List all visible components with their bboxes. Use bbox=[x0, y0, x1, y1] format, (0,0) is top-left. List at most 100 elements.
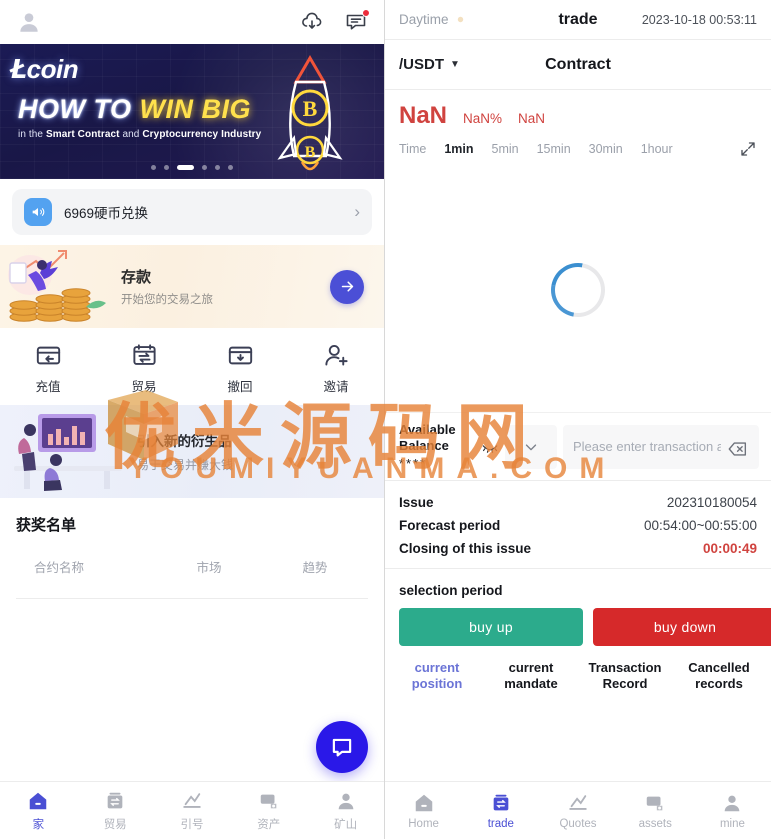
nav-label: 引号 bbox=[180, 818, 204, 831]
hero-subheadline: in the Smart Contract and Cryptocurrency… bbox=[18, 129, 262, 140]
tab-1min[interactable]: 1min bbox=[444, 142, 473, 156]
winners-table-header: 合约名称 市场 趋势 bbox=[16, 557, 368, 576]
sidebar-item-mine[interactable]: 矿山 bbox=[307, 790, 384, 832]
selection-period-label: selection period bbox=[399, 583, 503, 598]
amount-preset-select[interactable] bbox=[505, 424, 557, 469]
tab-current-mandate[interactable]: current mandate bbox=[485, 660, 577, 693]
amount-input-wrapper[interactable] bbox=[563, 424, 759, 469]
quick-actions-row: 充值 贸易 撤回 邀请 bbox=[0, 328, 384, 405]
buy-down-button[interactable]: buy down bbox=[593, 608, 771, 646]
hero-banner-carousel[interactable]: Łcoin HOW TO WIN BIG in the Smart Contra… bbox=[0, 44, 384, 179]
sidebar-item-assets[interactable]: 资产 bbox=[230, 790, 307, 832]
carousel-dot[interactable] bbox=[151, 165, 156, 170]
nav-label: assets bbox=[638, 817, 672, 830]
loading-spinner-icon bbox=[540, 252, 616, 328]
hero-brand-logo: Łcoin bbox=[10, 54, 79, 85]
left-bottom-nav: 家 贸易 引号 资产 矿山 bbox=[0, 781, 384, 839]
carousel-dot[interactable] bbox=[228, 165, 233, 170]
fullscreen-expand-icon[interactable] bbox=[739, 140, 757, 158]
chevron-right-icon[interactable]: › bbox=[354, 202, 360, 222]
carousel-dot[interactable] bbox=[215, 165, 220, 170]
hero-headline: HOW TO WIN BIG bbox=[18, 94, 251, 124]
announcement-bar[interactable]: 6969硬币兑换 › bbox=[12, 189, 372, 235]
left-topbar-icons bbox=[300, 9, 370, 34]
chart-area[interactable] bbox=[385, 168, 771, 413]
winners-title: 获奖名单 bbox=[16, 517, 77, 534]
nav-item-home[interactable]: Home bbox=[385, 792, 462, 830]
deposit-banner[interactable]: 存款 开始您的交易之旅 bbox=[0, 245, 384, 328]
nav-label: 家 bbox=[32, 818, 45, 831]
rocket-illustration-icon: B B bbox=[277, 55, 343, 171]
pair-label: /USDT bbox=[399, 56, 444, 73]
tab-5min[interactable]: 5min bbox=[492, 142, 519, 156]
home-icon bbox=[413, 792, 435, 814]
sidebar-item-trade[interactable]: 贸易 bbox=[77, 790, 154, 832]
tab-15min[interactable]: 15min bbox=[537, 142, 571, 156]
pair-selector[interactable]: /USDT ▼ bbox=[399, 56, 460, 73]
nav-item-assets[interactable]: assets bbox=[617, 792, 694, 830]
quick-action-invite[interactable]: 邀请 bbox=[288, 342, 384, 395]
tab-line-2: position bbox=[411, 676, 463, 692]
left-mobile-panel: Łcoin HOW TO WIN BIG in the Smart Contra… bbox=[0, 0, 385, 839]
info-key: Forecast period bbox=[399, 518, 501, 533]
withdraw-download-icon bbox=[227, 342, 254, 369]
nav-item-quotes[interactable]: Quotes bbox=[539, 792, 616, 830]
price-row: NaN NaN% NaN bbox=[385, 90, 771, 134]
winners-col-trend: 趋势 bbox=[302, 561, 328, 575]
eye-off-icon[interactable] bbox=[481, 438, 499, 456]
record-tabs: current position current mandate Transac… bbox=[385, 646, 771, 703]
quick-action-withdraw[interactable]: 撤回 bbox=[192, 342, 288, 395]
quick-action-recharge[interactable]: 充值 bbox=[0, 342, 96, 395]
tab-transaction-record[interactable]: Transaction Record bbox=[579, 660, 671, 693]
buy-buttons-row: buy up buy down bbox=[385, 608, 771, 646]
nav-label: 贸易 bbox=[103, 818, 127, 831]
nav-label: Home bbox=[408, 817, 439, 830]
sidebar-item-home[interactable]: 家 bbox=[0, 790, 77, 832]
countdown-value: 00:00:49 bbox=[702, 541, 757, 556]
carousel-dots[interactable] bbox=[0, 165, 384, 170]
carousel-dot[interactable] bbox=[202, 165, 207, 170]
svg-text:B: B bbox=[305, 144, 316, 161]
info-row-closing-countdown: Closing of this issue 00:00:49 bbox=[399, 537, 757, 560]
left-topbar bbox=[0, 0, 384, 44]
carousel-dot-active[interactable] bbox=[177, 165, 194, 170]
info-value: 202310180054 bbox=[666, 495, 757, 510]
tab-30min[interactable]: 30min bbox=[589, 142, 623, 156]
deposit-title: 存款 bbox=[121, 269, 152, 286]
chat-message-icon[interactable] bbox=[344, 9, 370, 34]
speaker-announcement-icon bbox=[24, 198, 52, 226]
change-percent: NaN% bbox=[463, 111, 503, 126]
amount-input[interactable] bbox=[573, 439, 721, 454]
nav-label: mine bbox=[719, 817, 745, 830]
nav-item-mine[interactable]: mine bbox=[694, 792, 771, 830]
quick-action-trade[interactable]: 贸易 bbox=[96, 342, 192, 395]
promo-banner[interactable]: 引入新的衍生品 易于交易并赚大钱 bbox=[0, 405, 384, 498]
balance-value: **** bbox=[399, 456, 428, 472]
arrow-right-icon[interactable] bbox=[330, 269, 364, 304]
tab-1hour[interactable]: 1hour bbox=[641, 142, 673, 156]
cloud-download-icon[interactable] bbox=[300, 10, 324, 34]
tab-time[interactable]: Time bbox=[399, 142, 426, 156]
right-topbar: Daytime trade 2023-10-18 00:53:11 bbox=[385, 0, 771, 40]
nav-label: trade bbox=[487, 817, 514, 830]
nav-item-trade[interactable]: trade bbox=[462, 792, 539, 830]
quick-action-label: 贸易 bbox=[131, 380, 157, 394]
last-price: NaN bbox=[399, 102, 448, 129]
sidebar-item-quotes[interactable]: 引号 bbox=[154, 790, 231, 832]
quotes-chart-icon bbox=[181, 790, 203, 812]
tab-current-position[interactable]: current position bbox=[391, 660, 483, 693]
tab-line-2: Record bbox=[602, 676, 648, 692]
quotes-chart-icon bbox=[567, 792, 589, 814]
tab-cancelled-records[interactable]: Cancelled records bbox=[673, 660, 765, 693]
backspace-delete-icon[interactable] bbox=[727, 438, 749, 456]
info-key: Closing of this issue bbox=[399, 541, 532, 556]
nav-label: 资产 bbox=[257, 818, 281, 831]
balance-and-amount-row: Available Balance **** bbox=[385, 413, 771, 481]
buy-up-button[interactable]: buy up bbox=[399, 608, 583, 646]
chat-bubble-icon[interactable] bbox=[316, 721, 368, 773]
info-row-forecast-period: Forecast period 00:54:00~00:55:00 bbox=[399, 514, 757, 537]
user-avatar-icon[interactable] bbox=[16, 9, 42, 35]
assets-wallet-icon bbox=[258, 790, 280, 812]
theme-toggle[interactable]: Daytime bbox=[399, 12, 467, 27]
carousel-dot[interactable] bbox=[164, 165, 169, 170]
